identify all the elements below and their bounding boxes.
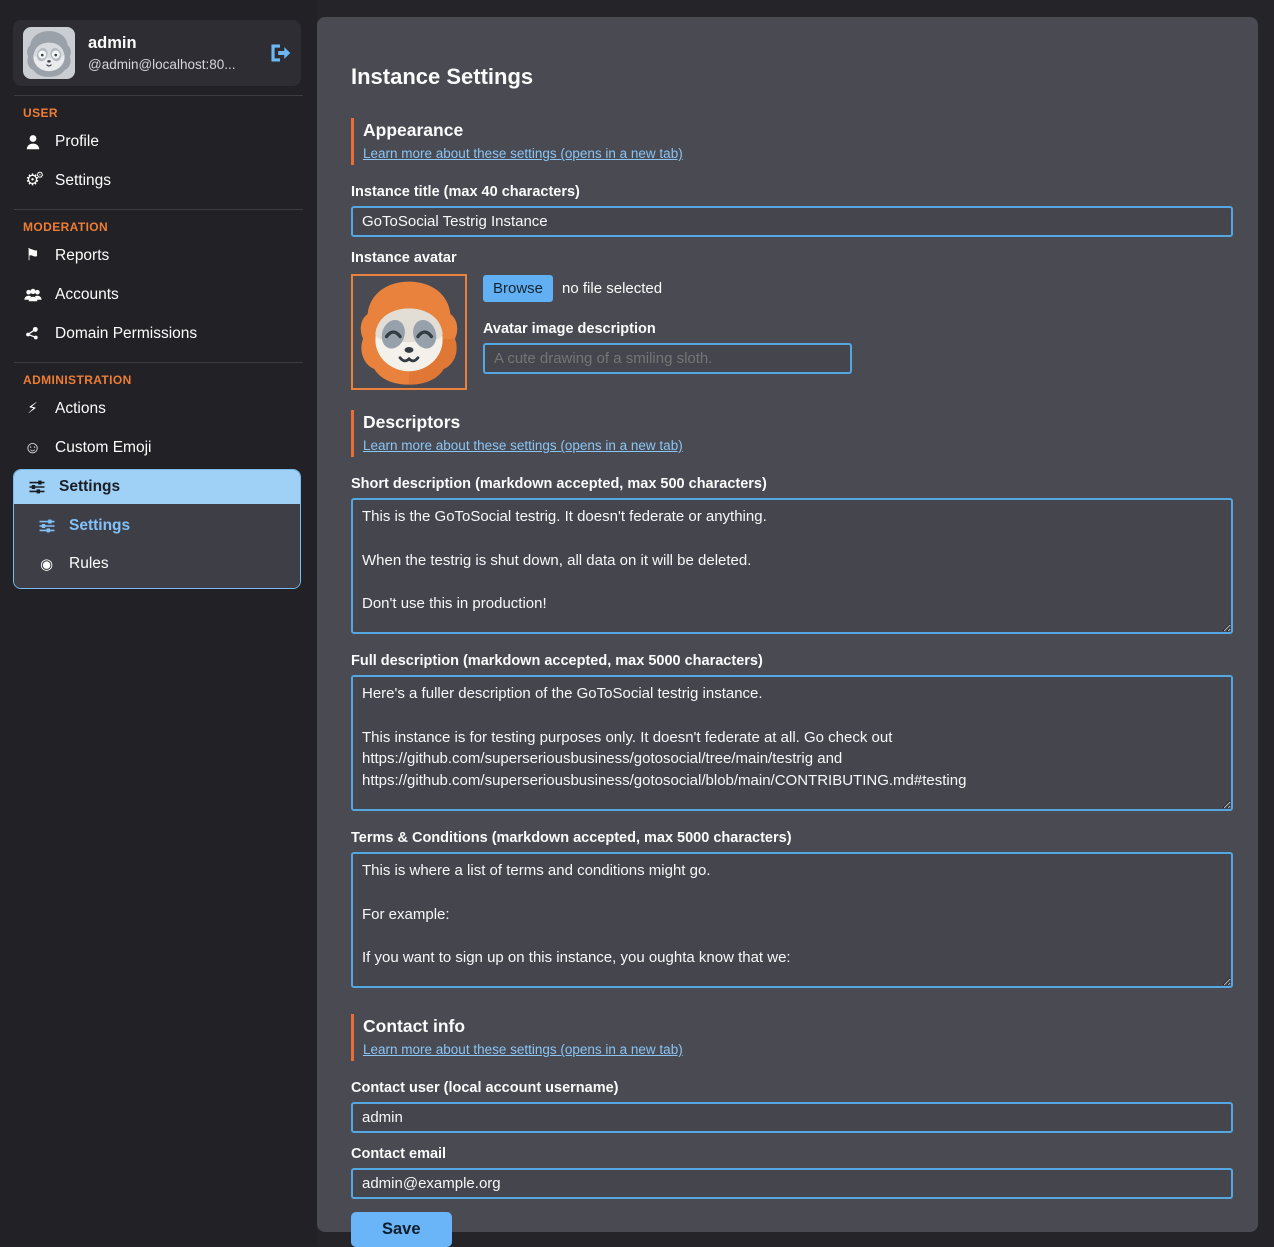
settings-submenu: Settings Rules xyxy=(14,504,300,588)
section-heading: Contact info xyxy=(363,1016,1233,1037)
contact-user-label: Contact user (local account username) xyxy=(351,1080,1233,1096)
browse-button[interactable]: Browse xyxy=(483,275,553,302)
save-button[interactable]: Save xyxy=(351,1212,452,1247)
divider xyxy=(14,209,303,210)
sidebar-item-label: Reports xyxy=(55,247,109,265)
divider xyxy=(14,362,303,363)
avatar-description-label: Avatar image description xyxy=(483,321,1233,337)
sliders-icon xyxy=(27,479,46,495)
submenu-item-label: Settings xyxy=(69,517,130,535)
section-descriptors: Descriptors Learn more about these setti… xyxy=(351,410,1233,457)
instance-title-label: Instance title (max 40 characters) xyxy=(351,184,1233,200)
learn-more-link[interactable]: Learn more about these settings (opens i… xyxy=(363,1042,683,1057)
learn-more-link[interactable]: Learn more about these settings (opens i… xyxy=(363,438,683,453)
sidebar-item-label: Profile xyxy=(55,133,99,151)
section-heading: Descriptors xyxy=(363,412,1233,433)
sidebar-item-label: Settings xyxy=(55,172,111,190)
sidebar-item-accounts[interactable]: Accounts xyxy=(0,275,317,314)
avatar-upload-column: Browse no file selected Avatar image des… xyxy=(483,274,1233,390)
user-icon xyxy=(23,134,42,150)
full-description-textarea[interactable]: Here's a fuller description of the GoToS… xyxy=(351,675,1233,811)
sloth-avatar-grey xyxy=(23,27,75,79)
sliders-icon xyxy=(37,518,56,534)
flag-icon xyxy=(23,248,42,264)
user-card: admin @admin@localhost:80... xyxy=(13,20,301,86)
settings-menu-block: Settings Settings Rules xyxy=(13,469,301,589)
sidebar-item-user-settings[interactable]: Settings xyxy=(0,161,317,200)
sidebar-item-reports[interactable]: Reports xyxy=(0,236,317,275)
submenu-item-label: Rules xyxy=(69,555,109,573)
users-icon xyxy=(23,288,42,302)
user-meta: admin @admin@localhost:80... xyxy=(88,34,256,72)
sidebar-item-label: Actions xyxy=(55,400,106,418)
circle-dot-icon xyxy=(37,557,56,572)
avatar-description-input[interactable] xyxy=(483,343,852,374)
sidebar-item-label: Accounts xyxy=(55,286,119,304)
sidebar: admin @admin@localhost:80... USER Profil… xyxy=(0,0,317,1246)
section-heading: Appearance xyxy=(363,120,1233,141)
user-name: admin xyxy=(88,34,256,53)
instance-avatar-label: Instance avatar xyxy=(351,250,1233,266)
divider xyxy=(14,95,303,96)
instance-avatar-sloth-image xyxy=(351,274,467,390)
bolt-icon xyxy=(23,401,42,416)
user-handle: @admin@localhost:80... xyxy=(88,57,256,72)
sidebar-item-domain-permissions[interactable]: Domain Permissions xyxy=(0,314,317,353)
sidebar-item-admin-settings[interactable]: Settings xyxy=(14,470,300,504)
sidebar-item-profile[interactable]: Profile xyxy=(0,122,317,161)
full-description-label: Full description (markdown accepted, max… xyxy=(351,653,1233,669)
instance-settings-panel: Instance Settings Appearance Learn more … xyxy=(317,17,1258,1232)
sidebar-item-label: Custom Emoji xyxy=(55,439,151,457)
file-status-text: no file selected xyxy=(562,280,662,297)
submenu-item-rules[interactable]: Rules xyxy=(14,545,300,583)
sidebar-item-actions[interactable]: Actions xyxy=(0,389,317,428)
submenu-item-settings[interactable]: Settings xyxy=(14,507,300,545)
share-nodes-icon xyxy=(23,326,42,341)
contact-user-input[interactable] xyxy=(351,1102,1233,1133)
short-description-textarea[interactable]: This is the GoToSocial testrig. It doesn… xyxy=(351,498,1233,634)
terms-textarea[interactable]: This is where a list of terms and condit… xyxy=(351,852,1233,988)
contact-email-label: Contact email xyxy=(351,1146,1233,1162)
section-appearance: Appearance Learn more about these settin… xyxy=(351,118,1233,165)
smiley-icon xyxy=(23,439,42,456)
short-description-label: Short description (markdown accepted, ma… xyxy=(351,476,1233,492)
file-picker: Browse no file selected xyxy=(483,275,1233,302)
sign-out-icon[interactable] xyxy=(269,43,291,63)
terms-label: Terms & Conditions (markdown accepted, m… xyxy=(351,830,1233,846)
learn-more-link[interactable]: Learn more about these settings (opens i… xyxy=(363,146,683,161)
sidebar-item-label: Domain Permissions xyxy=(55,325,197,343)
sidebar-category-administration: ADMINISTRATION xyxy=(23,373,317,387)
page-title: Instance Settings xyxy=(351,64,1233,90)
sidebar-category-moderation: MODERATION xyxy=(23,220,317,234)
section-contact-info: Contact info Learn more about these sett… xyxy=(351,1014,1233,1061)
instance-avatar-row: Browse no file selected Avatar image des… xyxy=(351,274,1233,390)
gears-icon xyxy=(23,173,42,189)
sidebar-item-custom-emoji[interactable]: Custom Emoji xyxy=(0,428,317,467)
instance-title-input[interactable] xyxy=(351,206,1233,237)
contact-email-input[interactable] xyxy=(351,1168,1233,1199)
sidebar-category-user: USER xyxy=(23,106,317,120)
sidebar-item-label: Settings xyxy=(59,478,120,496)
user-avatar xyxy=(23,27,75,79)
